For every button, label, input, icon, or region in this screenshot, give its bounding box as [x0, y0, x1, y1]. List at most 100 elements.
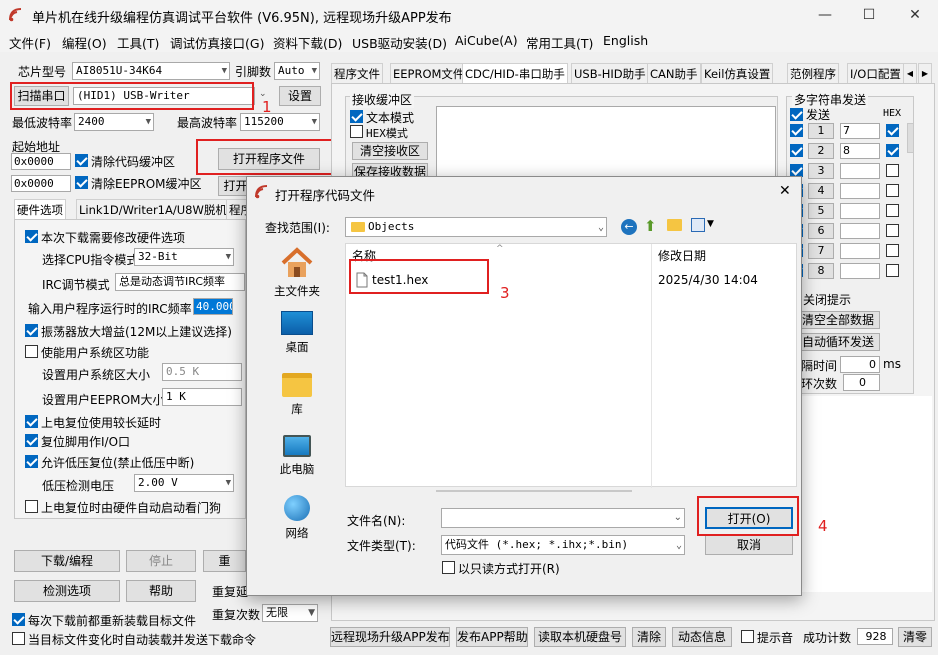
stop-button[interactable]: 停止: [126, 550, 196, 572]
menu-downloads[interactable]: 资料下载(D): [273, 33, 342, 52]
send-row-button[interactable]: 7: [808, 243, 834, 259]
settings-button[interactable]: 设置: [279, 86, 321, 106]
filename-input[interactable]: ⌄: [441, 508, 685, 528]
send-row-button[interactable]: 6: [808, 223, 834, 239]
check-options-button[interactable]: 检测选项: [14, 580, 120, 602]
send-row-button[interactable]: 3: [808, 163, 834, 179]
send-row-hex-checkbox[interactable]: [886, 184, 899, 197]
loop-count-input[interactable]: 0: [843, 374, 880, 391]
publish-help-button[interactable]: 发布APP帮助: [456, 627, 528, 647]
interval-input[interactable]: 0: [840, 356, 880, 373]
hex-mode-checkbox[interactable]: [350, 125, 363, 138]
minimize-button[interactable]: —: [802, 0, 848, 30]
maximize-button[interactable]: ☐: [846, 0, 892, 30]
eeprom-size-select[interactable]: 1 K: [162, 388, 242, 406]
irc-mode-select[interactable]: 总是动态调节IRC频率: [115, 273, 245, 291]
send-text-area[interactable]: [784, 396, 932, 592]
low-voltage-reset-checkbox[interactable]: [25, 455, 38, 468]
send-row-button[interactable]: 4: [808, 183, 834, 199]
nav-network[interactable]: 网络: [265, 495, 329, 541]
auto-loop-button[interactable]: 自动循环发送: [796, 333, 880, 351]
send-rows-scrollbar[interactable]: [907, 123, 914, 153]
download-button[interactable]: 下载/编程: [14, 550, 120, 572]
send-row-hex-checkbox[interactable]: [886, 264, 899, 277]
reset-io-checkbox[interactable]: [25, 434, 38, 447]
tab-usb-hid[interactable]: USB-HID助手: [571, 63, 649, 83]
tab-examples[interactable]: 范例程序: [787, 63, 839, 83]
send-row-button[interactable]: 8: [808, 263, 834, 279]
tab-scroll-left-icon[interactable]: ◀: [903, 63, 917, 83]
help-button[interactable]: 帮助: [126, 580, 196, 602]
clear-code-checkbox[interactable]: [75, 154, 88, 167]
sys-size-select[interactable]: 0.5 K: [162, 363, 242, 381]
auto-reload-checkbox[interactable]: [12, 632, 25, 645]
pins-select[interactable]: Auto ▼: [274, 62, 320, 80]
lv-select[interactable]: 2.00 V ▼: [134, 474, 234, 492]
reset-count-button[interactable]: 清零: [898, 627, 932, 647]
send-row-input[interactable]: [840, 203, 880, 219]
nav-library[interactable]: 库: [265, 373, 329, 417]
nav-desktop[interactable]: 桌面: [265, 311, 329, 355]
clear-all-button[interactable]: 清空全部数据: [796, 311, 880, 329]
power-delay-checkbox[interactable]: [25, 415, 38, 428]
reload-each-checkbox[interactable]: [12, 613, 25, 626]
send-row-checkbox[interactable]: [790, 144, 803, 157]
send-row-hex-checkbox[interactable]: [886, 144, 899, 157]
send-row-input[interactable]: [840, 183, 880, 199]
column-date-header[interactable]: 修改日期: [658, 247, 706, 264]
menu-common-tools[interactable]: 常用工具(T): [526, 33, 593, 52]
chip-select[interactable]: AI8051U-34K64 ▼: [72, 62, 230, 80]
send-row-input[interactable]: [840, 223, 880, 239]
chevron-down-icon[interactable]: ▼: [707, 219, 714, 229]
watchdog-checkbox[interactable]: [25, 500, 38, 513]
send-row-hex-checkbox[interactable]: [886, 124, 899, 137]
send-row-input[interactable]: 7: [840, 123, 880, 139]
clear-receive-button[interactable]: 清空接收区: [352, 142, 428, 160]
tab-scroll-right-icon[interactable]: ▶: [918, 63, 932, 83]
nav-home[interactable]: 主文件夹: [265, 247, 329, 299]
horizontal-scrollbar[interactable]: [436, 490, 632, 492]
send-row-hex-checkbox[interactable]: [886, 244, 899, 257]
menu-debug[interactable]: 调试仿真接口(G): [170, 33, 264, 52]
menu-aicube[interactable]: AiCube(A): [455, 33, 518, 48]
tab-hardware-options[interactable]: 硬件选项: [14, 199, 66, 219]
clear-eeprom-checkbox[interactable]: [75, 176, 88, 189]
look-in-select[interactable]: Objects ⌄: [345, 217, 607, 237]
cancel-button[interactable]: 取消: [705, 535, 793, 555]
publish-app-button[interactable]: 远程现场升级APP发布: [330, 627, 450, 647]
nav-this-pc[interactable]: 此电脑: [265, 435, 329, 477]
tab-eeprom-file[interactable]: EEPROM文件: [390, 63, 468, 83]
dynamic-info-button[interactable]: 动态信息: [672, 627, 732, 647]
eeprom-address-input[interactable]: 0x0000: [11, 175, 71, 192]
send-row-hex-checkbox[interactable]: [886, 164, 899, 177]
repeat-count-select[interactable]: 无限 ▼: [262, 604, 318, 622]
read-disk-button[interactable]: 读取本机硬盘号: [534, 627, 626, 647]
menu-english[interactable]: English: [603, 33, 648, 48]
menu-tools[interactable]: 工具(T): [117, 33, 159, 52]
modify-hw-checkbox[interactable]: [25, 230, 38, 243]
filetype-select[interactable]: 代码文件 (*.hex; *.ihx;*.bin) ⌄: [441, 535, 685, 555]
tab-offline[interactable]: Link1D/Writer1A/U8W脱机: [76, 199, 230, 219]
enable-sys-checkbox[interactable]: [25, 345, 38, 358]
min-baud-select[interactable]: 2400 ▼: [74, 113, 154, 131]
send-row-hex-checkbox[interactable]: [886, 204, 899, 217]
retry-button[interactable]: 重: [203, 550, 246, 572]
max-baud-select[interactable]: 115200 ▼: [240, 113, 320, 131]
dialog-close-icon[interactable]: ✕: [779, 183, 791, 199]
text-mode-checkbox[interactable]: [350, 110, 363, 123]
send-row-hex-checkbox[interactable]: [886, 224, 899, 237]
send-row-button[interactable]: 1: [808, 123, 834, 139]
tab-program-file[interactable]: 程序文件: [331, 63, 383, 83]
tab-cdc-serial[interactable]: CDC/HID-串口助手: [462, 63, 568, 83]
send-all-checkbox[interactable]: [790, 108, 803, 121]
send-row-input[interactable]: [840, 263, 880, 279]
send-row-input[interactable]: [840, 243, 880, 259]
code-address-input[interactable]: 0x0000: [11, 153, 71, 170]
clear-button[interactable]: 清除: [632, 627, 666, 647]
cpu-mode-select[interactable]: 32-Bit ▼: [134, 248, 234, 266]
send-row-checkbox[interactable]: [790, 124, 803, 137]
menu-usb-driver[interactable]: USB驱动安装(D): [352, 33, 447, 52]
menu-file[interactable]: 文件(F): [9, 33, 51, 52]
receive-text-area[interactable]: [436, 106, 776, 182]
readonly-checkbox[interactable]: [442, 561, 455, 574]
